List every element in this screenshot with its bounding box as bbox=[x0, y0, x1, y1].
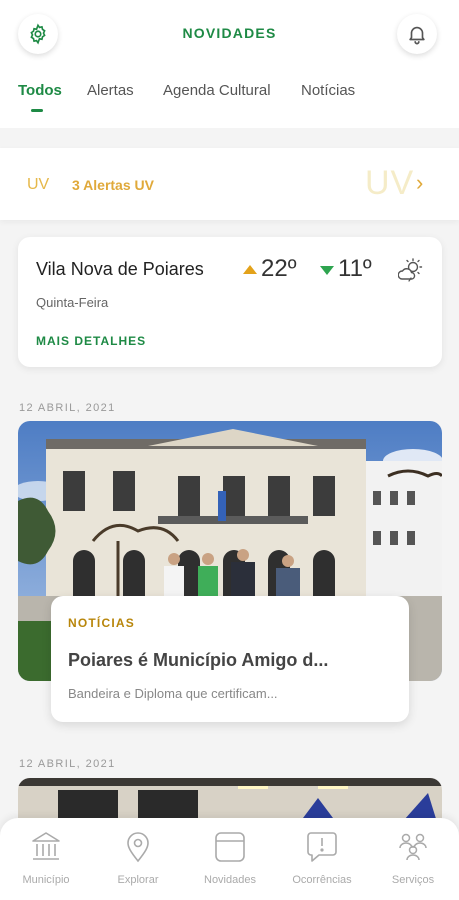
feed-date: 12 ABRIL, 2021 bbox=[19, 402, 116, 414]
arrow-up-icon bbox=[243, 265, 257, 274]
weather-day: Quinta-Feira bbox=[36, 295, 109, 310]
uv-alert-text: 3 Alertas UV bbox=[72, 177, 154, 193]
alert-bubble-icon bbox=[307, 832, 337, 862]
uv-label: UV bbox=[27, 176, 50, 193]
notifications-button[interactable] bbox=[397, 14, 437, 54]
weather-city: Vila Nova de Poiares bbox=[36, 259, 204, 279]
news-description: Bandeira e Diploma que certificam... bbox=[68, 686, 278, 701]
page-title: NOVIDADES bbox=[182, 25, 277, 41]
temp-max: 22º bbox=[261, 255, 297, 282]
arrow-down-icon bbox=[320, 266, 334, 275]
bottom-navigation: Município Explorar Novidades Ocorrências bbox=[0, 818, 459, 900]
bank-icon bbox=[32, 832, 60, 860]
more-details-link[interactable]: MAIS DETALHES bbox=[36, 334, 146, 348]
news-title: Poiares é Município Amigo d... bbox=[68, 650, 329, 670]
nav-municipio[interactable]: Município bbox=[0, 830, 92, 896]
nav-label-novidades: Novidades bbox=[204, 874, 256, 886]
nav-label-servicos: Serviços bbox=[391, 874, 435, 886]
tab-noticias[interactable]: Notícias bbox=[301, 82, 355, 99]
active-tab-indicator bbox=[31, 109, 43, 112]
tab-alertas[interactable]: Alertas bbox=[87, 82, 134, 99]
services-icon bbox=[399, 833, 427, 861]
tab-agenda-cultural[interactable]: Agenda Cultural bbox=[163, 82, 271, 99]
nav-explorar[interactable]: Explorar bbox=[92, 830, 184, 896]
news-category: NOTÍCIAS bbox=[68, 616, 135, 630]
feed-date-2: 12 ABRIL, 2021 bbox=[19, 758, 116, 770]
map-pin-icon bbox=[127, 832, 149, 863]
nav-label-ocorrencias: Ocorrências bbox=[292, 874, 352, 886]
category-tabs: Todos Alertas Agenda Cultural Notícias bbox=[0, 82, 459, 104]
sun-cloud-icon bbox=[398, 258, 423, 282]
nav-novidades[interactable]: Novidades bbox=[184, 830, 276, 896]
nav-servicos[interactable]: Serviços bbox=[367, 830, 459, 896]
uv-watermark: UV bbox=[365, 164, 415, 202]
uv-alert-banner[interactable]: UV 3 Alertas UV UV › bbox=[0, 148, 459, 220]
nav-label-municipio: Município bbox=[22, 874, 70, 886]
weather-card[interactable]: Vila Nova de Poiares 22º 11º Quinta-Feir… bbox=[18, 237, 442, 367]
nav-ocorrencias[interactable]: Ocorrências bbox=[276, 830, 368, 896]
app-header: NOVIDADES Todos Alertas Agenda Cultural … bbox=[0, 0, 459, 128]
bell-icon bbox=[409, 26, 425, 45]
chevron-right-icon[interactable]: › bbox=[416, 170, 423, 196]
news-icon bbox=[215, 832, 245, 862]
news-card[interactable]: NOTÍCIAS Poiares é Município Amigo d... … bbox=[51, 596, 409, 722]
temp-min: 11º bbox=[338, 255, 372, 282]
tab-todos[interactable]: Todos bbox=[18, 82, 62, 99]
nav-label-explorar: Explorar bbox=[117, 874, 159, 886]
